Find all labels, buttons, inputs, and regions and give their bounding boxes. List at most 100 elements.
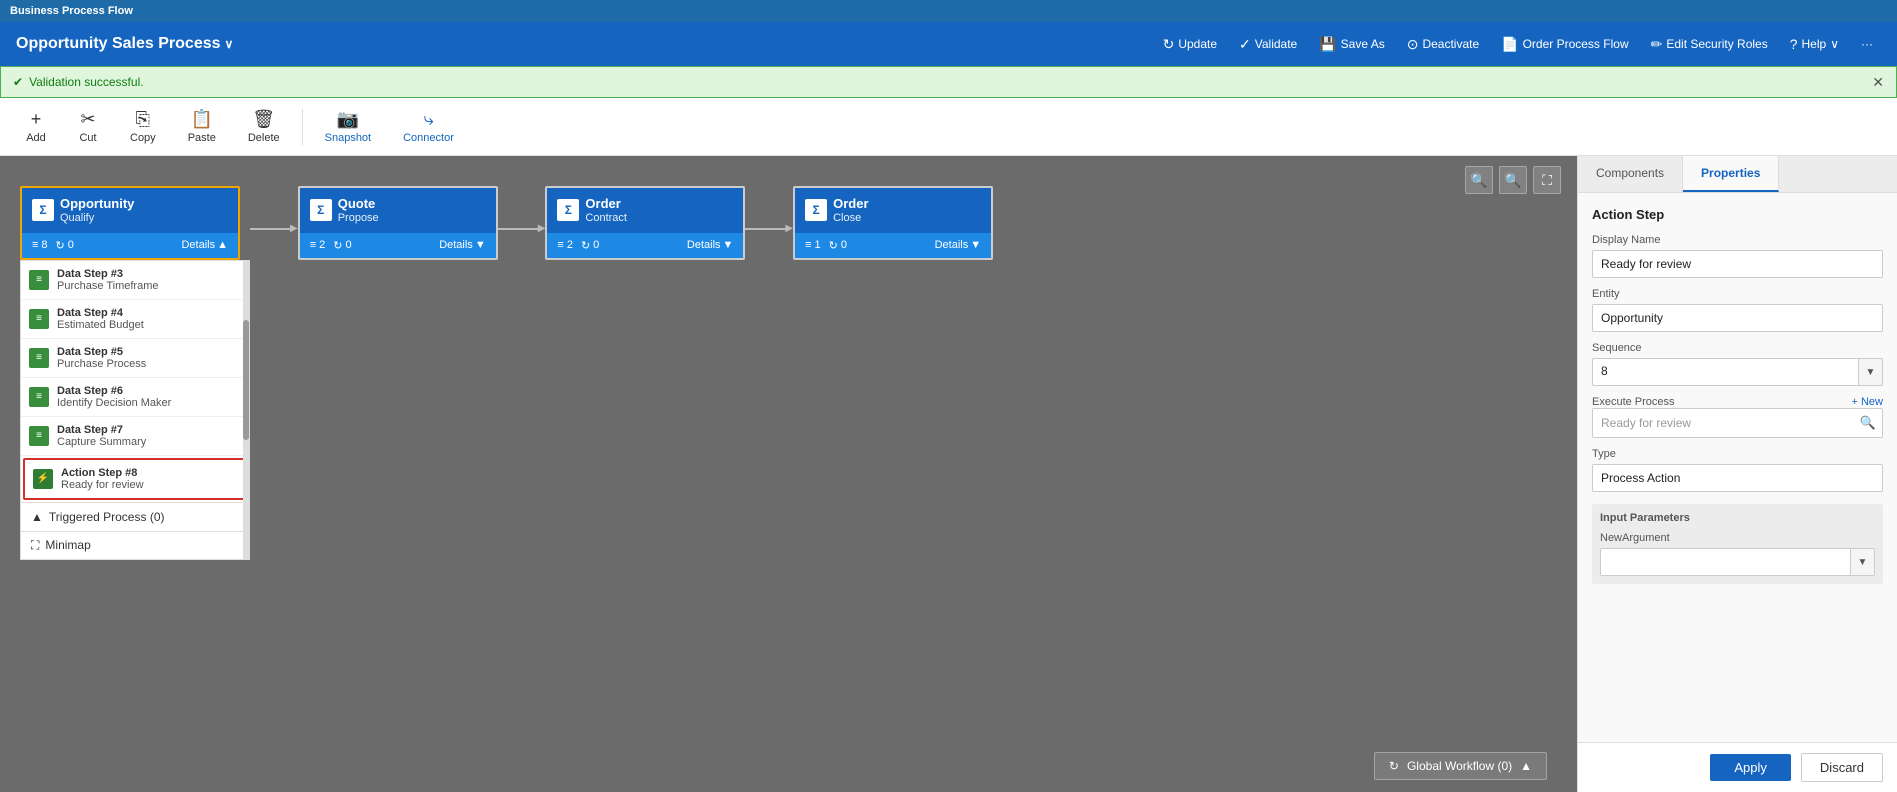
connector-line-1 [250,228,292,230]
add-button[interactable]: + Add [12,105,60,148]
minimap-bar[interactable]: ⛶ Minimap [21,531,249,559]
global-workflow-icon: ↻ [1389,759,1399,773]
flow-node-order-contract: Σ Order Contract ≡ 2 ↻ 0 [545,186,745,260]
step-item-6[interactable]: ≡ Data Step #6 Identify Decision Maker [21,378,249,417]
step-item-3[interactable]: ≡ Data Step #3 Purchase Timeframe [21,261,249,300]
edit-security-roles-button[interactable]: ✏ Edit Security Roles [1643,32,1776,57]
entity-input[interactable]: Opportunity [1592,304,1883,332]
type-input[interactable]: Process Action [1592,464,1883,492]
flow-node-order-close: Σ Order Close ≡ 1 ↻ 0 [793,186,993,260]
saveas-icon: 💾 [1319,36,1336,53]
connector-line-3 [745,228,787,230]
flow-node-opportunity: Σ Opportunity Qualify ≡ 8 ↻ 0 [20,186,250,560]
quote-node-icon: Σ [310,199,332,221]
snapshot-icon: 📷 [337,109,359,130]
delete-button[interactable]: 🗑 Delete [234,105,294,148]
app-title[interactable]: Opportunity Sales Process ∨ [16,35,233,53]
order-contract-badge-icon: ≡ [557,239,563,251]
scroll-indicator [243,261,249,559]
connector-1-2: ▶ [250,224,298,234]
connector-3-4: ▶ [745,224,793,234]
order-close-footer: ≡ 1 ↻ 0 Details ▼ [795,233,991,258]
cut-button[interactable]: ✂ Cut [64,105,112,148]
update-icon: ↻ [1163,36,1175,53]
help-button[interactable]: ? Help ∨ [1782,32,1847,56]
validate-icon: ✓ [1239,36,1251,53]
step-3-text: Data Step #3 Purchase Timeframe [57,268,158,292]
panel-section-title: Action Step [1592,207,1883,222]
quote-badge-icon: ≡ [310,239,316,251]
order-process-flow-button[interactable]: 📄 Order Process Flow [1493,32,1636,57]
new-process-link[interactable]: + New [1852,396,1884,408]
more-options-button[interactable]: ··· [1853,33,1881,55]
order-contract-details-button[interactable]: Details ▼ [687,239,734,251]
sequence-dropdown-button[interactable]: ▼ [1859,358,1883,386]
opportunity-step-badge: ≡ 8 [32,239,48,251]
sequence-row: 8 ▼ [1592,358,1883,386]
flow-node-order-close-card[interactable]: Σ Order Close ≡ 1 ↻ 0 [793,186,993,260]
new-argument-label: NewArgument [1600,532,1875,544]
title-bar-text: Business Process Flow [10,5,133,17]
step-6-text: Data Step #6 Identify Decision Maker [57,385,171,409]
order-contract-condition-icon: ↻ [581,239,590,252]
zoom-in-icon: 🔍 [1504,172,1521,189]
order-close-details-button[interactable]: Details ▼ [935,239,982,251]
display-name-label: Display Name [1592,234,1883,246]
tab-properties[interactable]: Properties [1683,156,1779,192]
top-nav-actions: ↻ Update ✓ Validate 💾 Save As ⊙ Deactiva… [1155,32,1881,57]
validation-close-button[interactable]: ✕ [1872,74,1884,91]
new-argument-dropdown-button[interactable]: ▼ [1850,549,1874,575]
connector-button[interactable]: ⤷ Connector [389,105,468,148]
deactivate-button[interactable]: ⊙ Deactivate [1399,32,1487,57]
zoom-in-button[interactable]: 🔍 [1499,166,1527,194]
display-name-input[interactable]: Ready for review [1592,250,1883,278]
canvas-area[interactable]: 🔍 🔍 ⛶ Σ Opportunity Qualify [0,156,1577,792]
order-close-header: Σ Order Close [795,188,991,233]
saveas-button[interactable]: 💾 Save As [1311,32,1392,57]
tab-components[interactable]: Components [1578,156,1683,192]
fit-page-button[interactable]: ⛶ [1533,166,1561,194]
step-item-7[interactable]: ≡ Data Step #7 Capture Summary [21,417,249,456]
quote-condition-icon: ↻ [333,239,342,252]
title-bar: Business Process Flow [0,0,1897,22]
order-close-title: Order Close [833,196,868,225]
zoom-out-button[interactable]: 🔍 [1465,166,1493,194]
quote-node-title: Quote Propose [338,196,379,225]
quote-step-badge: ≡ 2 [310,239,326,251]
order-close-icon: Σ [805,199,827,221]
opportunity-condition-badge: ↻ 0 [56,239,74,252]
global-workflow-chevron: ▲ [1520,759,1532,773]
opportunity-details-button[interactable]: Details ▲ [181,239,228,251]
toolbar: + Add ✂ Cut ⎘ Copy 📋 Paste 🗑 Delete 📷 Sn… [0,98,1897,156]
validate-button[interactable]: ✓ Validate [1231,32,1305,57]
main-layout: 🔍 🔍 ⛶ Σ Opportunity Qualify [0,156,1897,792]
step-8-text: Action Step #8 Ready for review [61,467,144,491]
update-button[interactable]: ↻ Update [1155,32,1225,57]
validation-bar: ✔ Validation successful. ✕ [0,66,1897,98]
step-item-5[interactable]: ≡ Data Step #5 Purchase Process [21,339,249,378]
action-step-8-icon: ⚡ [33,469,53,489]
sequence-input[interactable]: 8 [1592,358,1859,386]
copy-button[interactable]: ⎘ Copy [116,105,170,148]
flow-node-quote: Σ Quote Propose ≡ 2 ↻ 0 [298,186,498,260]
snapshot-button[interactable]: 📷 Snapshot [311,105,385,148]
paste-icon: 📋 [191,109,213,130]
title-chevron-icon: ∨ [225,37,234,51]
scroll-thumb [243,320,249,439]
new-argument-field[interactable] [1601,550,1850,574]
apply-button[interactable]: Apply [1710,754,1791,781]
flow-node-order-contract-card[interactable]: Σ Order Contract ≡ 2 ↻ 0 [545,186,745,260]
step-item-4[interactable]: ≡ Data Step #4 Estimated Budget [21,300,249,339]
global-workflow[interactable]: ↻ Global Workflow (0) ▲ [1374,752,1547,780]
flow-node-opportunity-card[interactable]: Σ Opportunity Qualify ≡ 8 ↻ 0 [20,186,240,260]
flow-node-quote-card[interactable]: Σ Quote Propose ≡ 2 ↻ 0 [298,186,498,260]
order-process-flow-icon: 📄 [1501,36,1518,53]
copy-icon: ⎘ [136,109,150,130]
step-item-8-action[interactable]: ⚡ Action Step #8 Ready for review [23,458,247,500]
paste-button[interactable]: 📋 Paste [174,105,230,148]
discard-button[interactable]: Discard [1801,753,1883,782]
quote-details-button[interactable]: Details ▼ [439,239,486,251]
execute-search-icon[interactable]: 🔍 [1854,409,1882,437]
execute-process-input[interactable] [1593,409,1854,437]
data-step-3-icon: ≡ [29,270,49,290]
